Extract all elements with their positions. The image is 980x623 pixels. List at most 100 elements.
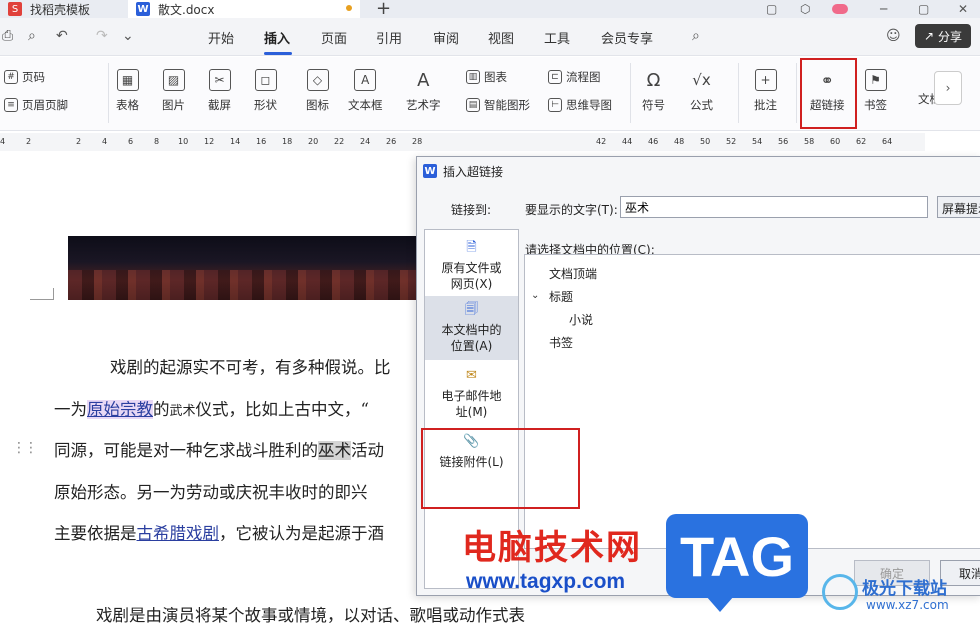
paragraph-line[interactable]: 主要依据是古希腊戏剧，它被认为是起源于酒 <box>54 520 384 544</box>
menu-page[interactable]: 页面 <box>321 28 347 47</box>
chat-icon[interactable]: ☺ <box>886 28 901 44</box>
tab-template[interactable]: S 找稻壳模板 <box>0 0 120 18</box>
shapes-icon: ◻ <box>254 69 277 91</box>
textbox-icon: A <box>354 69 377 91</box>
link-to-this-document-label: 本文档中的位置(A) <box>441 323 502 353</box>
ruler-tick: 48 <box>674 137 685 146</box>
menu-references[interactable]: 引用 <box>376 28 402 47</box>
ruler-tick: 18 <box>282 137 293 146</box>
undo-icon[interactable]: ↶ <box>56 28 68 44</box>
screenshot-button[interactable]: ✂ 截屏 <box>208 69 231 113</box>
paragraph-line[interactable]: 同源，可能是对一种乞求战斗胜利的巫术活动 <box>54 437 384 461</box>
hyperlink-text[interactable]: 原始宗教 <box>87 400 153 419</box>
ruler-tick: 56 <box>778 137 789 146</box>
page-number-icon: # <box>4 70 18 84</box>
ruler-tick: 14 <box>230 137 241 146</box>
menu-view[interactable]: 视图 <box>488 28 514 47</box>
horizontal-ruler[interactable]: 4 2 2 4 6 8 10 12 14 16 18 20 22 24 26 2… <box>0 133 925 151</box>
menu-review[interactable]: 审阅 <box>433 28 459 47</box>
comment-icon: + <box>754 69 777 91</box>
search-icon[interactable]: ⌕ <box>692 28 700 44</box>
ruler-tick: 24 <box>360 137 371 146</box>
menu-tools[interactable]: 工具 <box>544 28 570 47</box>
formula-button[interactable]: √x 公式 <box>690 69 713 113</box>
menu-home[interactable]: 开始 <box>208 28 234 47</box>
screenshot-label: 截屏 <box>208 98 231 112</box>
layout-icon[interactable]: ▢ <box>766 0 777 18</box>
word-doc-icon: W <box>136 2 150 16</box>
tree-item-heading-novel[interactable]: 小说 <box>569 311 593 328</box>
drag-handle-icon[interactable]: ⋮⋮ <box>12 440 38 456</box>
paragraph-line[interactable]: 原始形态。另一为劳动或庆祝丰收时的即兴 <box>54 479 368 503</box>
new-tab-button[interactable]: + <box>376 0 391 19</box>
margin-corner-mark <box>30 288 54 300</box>
icons-button[interactable]: ◇ 图标 <box>306 69 329 113</box>
docer-icon: S <box>8 2 22 16</box>
smart-graphic-button[interactable]: ▤ 智能图形 <box>466 97 530 113</box>
file-web-icon: 🗎 <box>466 240 477 255</box>
ruler-tick: 26 <box>386 137 397 146</box>
mindmap-button[interactable]: ⊢ 思维导图 <box>548 97 612 113</box>
tree-item-headings[interactable]: 标题 <box>549 288 573 305</box>
link-to-email[interactable]: ✉ 电子邮件地址(M) <box>425 362 518 426</box>
dialog-title-bar[interactable]: W 插入超链接 <box>417 157 980 185</box>
symbol-button[interactable]: Ω 符号 <box>642 69 665 113</box>
word-logo-icon: W <box>423 164 437 178</box>
menu-insert[interactable]: 插入 <box>264 28 290 47</box>
chart-icon: ▥ <box>466 70 480 84</box>
tab-document[interactable]: W 散文.docx <box>128 0 360 18</box>
comment-button[interactable]: + 批注 <box>754 69 777 113</box>
paragraph-line[interactable]: 戏剧的起源实不可考，有多种假说。比 <box>110 354 391 378</box>
table-label: 表格 <box>116 98 139 112</box>
picture-button[interactable]: ▨ 图片 <box>162 69 185 113</box>
flowchart-button[interactable]: ⊏ 流程图 <box>548 69 601 85</box>
table-icon: ▦ <box>116 69 139 91</box>
icons-label: 图标 <box>306 98 329 112</box>
print-preview-icon[interactable]: ⌕ <box>28 28 36 44</box>
omega-icon: Ω <box>646 69 661 91</box>
header-footer-button[interactable]: ≡ 页眉页脚 <box>4 97 68 113</box>
watermark-site-url: www.tagxp.com <box>466 570 626 593</box>
text-run: ，它被认为是起源于酒 <box>219 524 384 543</box>
ribbon-separator <box>630 63 631 123</box>
hyperlink-text[interactable]: 古希腊戏剧 <box>137 524 220 543</box>
page-number-button[interactable]: # 页码 <box>4 69 45 85</box>
chevron-down-icon[interactable]: ⌄ <box>122 28 134 44</box>
table-button[interactable]: ▦ 表格 <box>116 69 139 113</box>
link-to-existing-file[interactable]: 🗎 原有文件或网页(X) <box>425 234 518 298</box>
icon-library-icon: ◇ <box>306 69 329 91</box>
menu-member[interactable]: 会员专享 <box>601 28 653 47</box>
paragraph-line[interactable]: 一为原始宗教的武术仪式，比如上古中文，“ <box>54 396 369 420</box>
document-banner-image[interactable] <box>68 236 416 300</box>
share-label: 分享 <box>938 29 963 44</box>
selected-text[interactable]: 巫术 <box>318 441 351 460</box>
chevron-down-icon[interactable]: ⌄ <box>531 290 539 301</box>
display-text-input[interactable] <box>620 196 928 218</box>
avatar[interactable] <box>832 0 848 18</box>
paragraph-line[interactable]: 戏剧是由演员将某个故事或情境，以对话、歌唱或动作式表 <box>96 602 525 623</box>
maximize-icon[interactable]: ▢ <box>918 0 929 18</box>
shapes-button[interactable]: ◻ 形状 <box>254 69 277 113</box>
print-icon[interactable]: ⎙ <box>2 28 13 44</box>
tree-item-bookmarks[interactable]: 书签 <box>549 334 573 351</box>
cube-icon[interactable]: ⬡ <box>800 0 810 18</box>
share-button[interactable]: ↗ 分享 <box>915 24 971 48</box>
document-place-icon: 🗐 <box>465 302 478 317</box>
chart-button[interactable]: ▥ 图表 <box>466 69 507 85</box>
wordart-button[interactable]: A 艺术字 <box>406 69 441 113</box>
screen-tip-button[interactable]: 屏幕提示 <box>937 196 980 218</box>
ribbon-scroll-right-button[interactable]: › <box>934 71 962 105</box>
textbox-button[interactable]: A 文本框 <box>348 69 383 113</box>
ruler-tick: 2 <box>26 137 32 146</box>
ruler-tick: 8 <box>154 137 160 146</box>
tree-item-document-top[interactable]: 文档顶端 <box>549 265 597 282</box>
minimize-icon[interactable]: ─ <box>880 0 887 18</box>
bookmark-button[interactable]: ⚑ 书签 <box>864 69 887 113</box>
ruler-tick: 52 <box>726 137 737 146</box>
link-to-this-document[interactable]: 🗐 本文档中的位置(A) <box>425 296 518 360</box>
redo-icon[interactable]: ↷ <box>96 28 108 44</box>
watermark-xz-url: www.xz7.com <box>866 598 949 612</box>
display-text-label: 要显示的文字(T): <box>525 203 618 217</box>
close-icon[interactable]: ✕ <box>958 0 968 18</box>
scissors-icon: ✂ <box>208 69 231 91</box>
